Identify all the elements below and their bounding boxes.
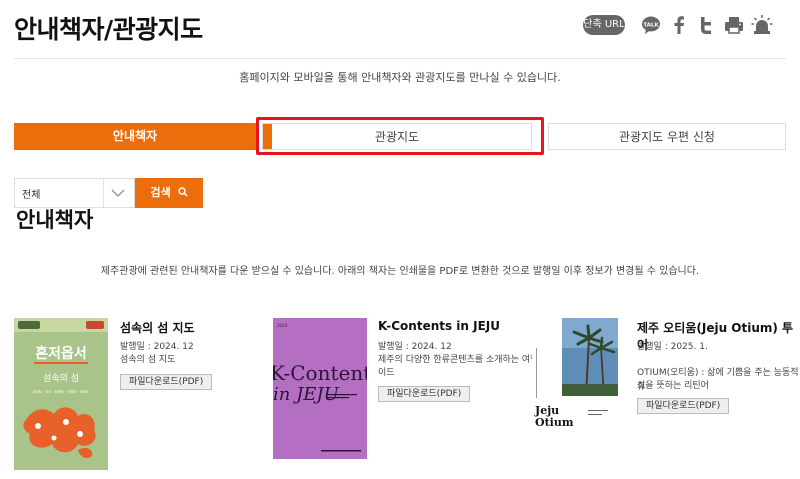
- alarm-siren-icon[interactable]: [751, 14, 773, 36]
- facebook-icon[interactable]: [668, 14, 690, 36]
- cover-subtitle: Otium: [535, 416, 574, 428]
- book-title[interactable]: K-Contents in JEJU: [378, 319, 500, 333]
- tab-guidebook[interactable]: 안내책자: [14, 123, 256, 150]
- talk-label: TALK: [643, 23, 659, 29]
- highlight-box: [256, 117, 544, 155]
- book-description-cont: 이드: [378, 368, 395, 378]
- twitter-icon[interactable]: [695, 14, 717, 36]
- book-cover-island-map[interactable]: 혼저옵서 섬속의 섬 추자도 · 우도 · 비양도 · 가파도 · 마라도: [14, 318, 108, 470]
- book-date: 발행일 : 2024. 12: [378, 342, 452, 352]
- cover-title: K-Contents: [273, 361, 367, 385]
- category-select-value: 전체: [22, 190, 41, 201]
- cover-year: 2024: [277, 323, 288, 328]
- book-description: 섬속의 섬 지도: [120, 355, 176, 365]
- page-title: 안내책자/관광지도: [14, 15, 203, 44]
- book-date: 발행일 : 2025. 1.: [637, 342, 708, 352]
- tab-map-postal-request[interactable]: 관광지도 우편 신청: [548, 123, 786, 150]
- header-divider: [14, 58, 786, 59]
- intro-text: 홈페이지와 모바일을 통해 안내책자와 관광지도를 만나실 수 있습니다.: [239, 71, 561, 84]
- cover-subtitle: 섬속의 섬: [43, 373, 79, 384]
- section-title: 안내책자: [16, 208, 94, 232]
- search-icon: [177, 187, 188, 197]
- print-icon[interactable]: [723, 14, 745, 36]
- book-title[interactable]: 섬속의 섬 지도: [120, 319, 195, 336]
- kakaotalk-icon[interactable]: TALK: [640, 14, 662, 36]
- book-date: 발행일 : 2024. 12: [120, 342, 194, 352]
- short-url-button[interactable]: 단축 URL: [583, 15, 625, 35]
- book-description: 제주의 다양한 한류콘텐츠를 소개하는 여행 가: [378, 355, 550, 365]
- download-pdf-button[interactable]: 파일다운로드(PDF): [378, 386, 471, 402]
- book-description-cont: 식을 뜻하는 리틴어: [637, 381, 709, 391]
- cover-title: 혼저옵서: [35, 345, 87, 362]
- section-description: 제주관광에 관련된 안내책자를 다운 받으실 수 있습니다. 아래의 책자는 인…: [100, 266, 700, 277]
- book-cover-jeju-otium[interactable]: Jeju Otium: [532, 318, 626, 428]
- search-button[interactable]: 검색: [135, 178, 203, 208]
- download-pdf-button[interactable]: 파일다운로드(PDF): [637, 398, 730, 414]
- select-separator: [103, 179, 104, 207]
- book-cover-k-contents[interactable]: 2024 K-Contents in JEJU: [273, 318, 367, 459]
- chevron-down-icon[interactable]: [110, 187, 126, 199]
- search-button-label: 검색: [150, 186, 171, 199]
- download-pdf-button[interactable]: 파일다운로드(PDF): [120, 374, 213, 390]
- cover-islands: 추자도 · 우도 · 비양도 · 가파도 · 마라도: [33, 389, 90, 394]
